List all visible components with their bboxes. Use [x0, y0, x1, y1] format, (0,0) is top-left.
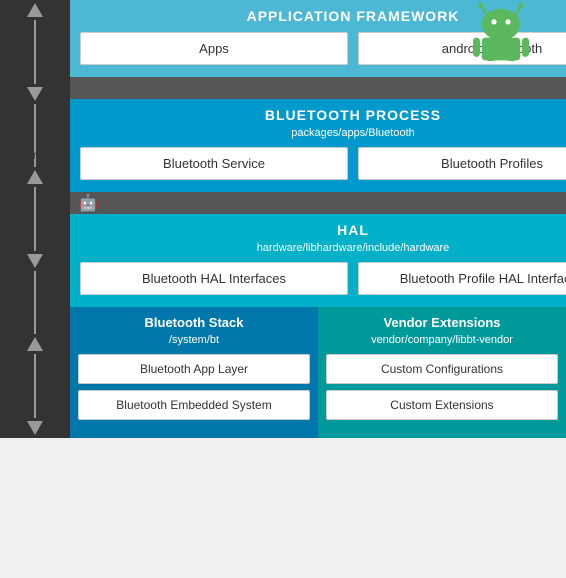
vendor-ext-title: Vendor Extensions — [326, 315, 558, 330]
arrow-line-4 — [34, 271, 36, 335]
hal-title: HAL — [80, 222, 566, 238]
bluetooth-profiles-box: Bluetooth Profiles — [358, 147, 566, 180]
arrow-line-5 — [34, 354, 36, 418]
bt-profile-hal-interfaces-box: Bluetooth Profile HAL Interfaces — [358, 262, 566, 295]
vendor-ext-section: Vendor Extensions vendor/company/libbt-v… — [318, 307, 566, 438]
left-side-panel — [0, 0, 70, 438]
bt-hal-interfaces-box: Bluetooth HAL Interfaces — [80, 262, 348, 295]
custom-extensions-box: Custom Extensions — [326, 390, 558, 420]
bt-process-section: BLUETOOTH PROCESS packages/apps/Bluetoot… — [70, 99, 566, 192]
arrow-line — [34, 20, 36, 84]
hal-subtitle: hardware/libhardware/include/hardware — [80, 242, 566, 254]
bt-app-layer-box: Bluetooth App Layer — [78, 354, 310, 384]
arrow-down-icon-3 — [27, 421, 43, 435]
arrow-down-icon — [27, 87, 43, 101]
jni-label: JNI — [2, 275, 20, 289]
bt-stack-section: Bluetooth Stack /system/bt Bluetooth App… — [70, 307, 318, 438]
arrow-up-icon-3 — [27, 337, 43, 351]
arrow-line-3 — [34, 187, 36, 251]
arrow-down-icon-2 — [27, 254, 43, 268]
bot-icon: 🤖 — [78, 193, 98, 213]
apps-box: Apps — [80, 32, 348, 65]
hal-section: HAL hardware/libhardware/include/hardwar… — [70, 214, 566, 307]
bt-process-boxes: Bluetooth Service Bluetooth Profiles — [80, 147, 566, 180]
bt-stack-title: Bluetooth Stack — [78, 315, 310, 330]
bt-process-title: BLUETOOTH PROCESS — [80, 107, 566, 123]
vendor-ext-subtitle: vendor/company/libbt-vendor — [326, 334, 558, 346]
bt-process-subtitle: packages/apps/Bluetooth — [80, 127, 566, 139]
binder-stripe — [70, 77, 566, 99]
android-logo — [466, 0, 536, 60]
hal-boxes: Bluetooth HAL Interfaces Bluetooth Profi… — [80, 262, 566, 295]
jni-stripe: 🤖 — [70, 192, 566, 214]
custom-configurations-box: Custom Configurations — [326, 354, 558, 384]
bluetooth-service-box: Bluetooth Service — [80, 147, 348, 180]
bottom-row: Bluetooth Stack /system/bt Bluetooth App… — [70, 307, 566, 438]
binder-label: Binder — [2, 148, 37, 162]
arrow-up-icon — [27, 3, 43, 17]
bt-embedded-system-box: Bluetooth Embedded System — [78, 390, 310, 420]
bt-stack-subtitle: /system/bt — [78, 334, 310, 346]
arrow-up-icon-2 — [27, 170, 43, 184]
